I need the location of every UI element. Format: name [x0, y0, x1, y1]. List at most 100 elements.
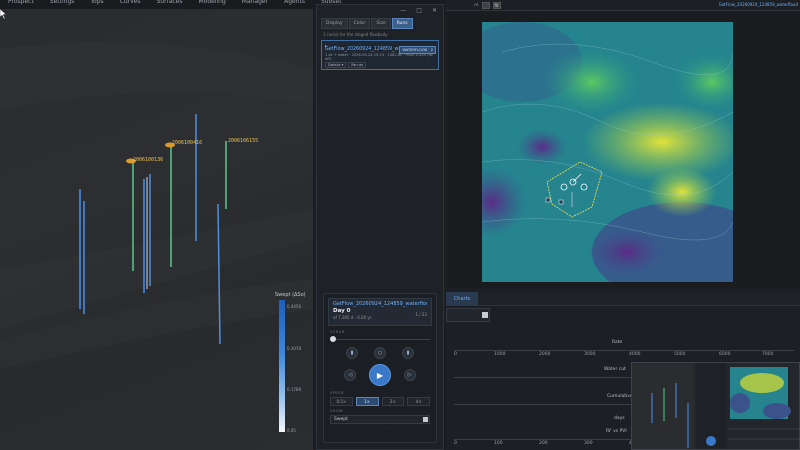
- player-transport: ◁ ▶ ▷: [338, 364, 422, 386]
- player-footer: · · · · · · · ·: [370, 426, 396, 430]
- minimize-icon[interactable]: —: [400, 7, 406, 14]
- toolbar-label: re: [474, 2, 479, 8]
- map-toggle-button[interactable]: [481, 1, 490, 9]
- show-select[interactable]: Swept: [330, 415, 430, 424]
- axis-tick: 1000: [494, 352, 506, 357]
- legend-tick: 0.4456: [287, 304, 301, 309]
- axis-tick: 0: [454, 352, 457, 357]
- axis-tick: 0: [454, 441, 457, 446]
- panel-titlebar: — □ ✕: [317, 5, 443, 15]
- chart-title-rate: Rate: [612, 340, 623, 345]
- axis-tick: 7000: [762, 352, 774, 357]
- 3d-viewport[interactable]: 2006100136 2006100416 2006106155 Swept (…: [0, 9, 313, 450]
- details-button[interactable]: Details ▾: [325, 62, 347, 68]
- menu-agents[interactable]: Agents: [276, 0, 313, 9]
- axis-tick: 100: [494, 441, 503, 446]
- map-frame: [446, 10, 800, 288]
- timeline-player: GetFlow_20260924_124859_waterfloo Day 0 …: [323, 293, 437, 443]
- run-card[interactable]: ▸ GetFlow_20260924_124859_waterflood 1 s…: [321, 40, 439, 70]
- player-day-sub: of 7,305 d · 0.00 yr: [333, 315, 372, 320]
- chart-title-water-cut: Water cut: [604, 367, 626, 372]
- last-frame-icon[interactable]: ▮: [402, 347, 414, 359]
- thumbnail-preview: [632, 363, 799, 449]
- step-back-icon[interactable]: ◁: [344, 369, 357, 381]
- axis-tick: 6000: [719, 352, 731, 357]
- map-high-region: [647, 167, 717, 217]
- speed-2x[interactable]: 2×: [381, 397, 405, 406]
- well-label: 2006100416: [172, 140, 203, 146]
- menu-modeling[interactable]: Modeling: [190, 0, 233, 9]
- chart-xlabel-days: days: [614, 416, 625, 421]
- tab-charts[interactable]: Charts: [446, 292, 478, 306]
- panel-tabs: Display Color Size Runs: [317, 15, 443, 29]
- menu-manager[interactable]: Manager: [234, 0, 276, 9]
- mouse-cursor-icon: [0, 9, 7, 19]
- chart-axis: [454, 350, 794, 351]
- tab-color[interactable]: Color: [348, 18, 371, 29]
- charts-tabbar: Charts: [446, 292, 800, 306]
- speed-label: SPEED: [330, 391, 344, 395]
- runs-hint: 1 run(s) for the staged flowbody: [323, 32, 388, 37]
- rerun-button[interactable]: Re-run: [348, 62, 367, 68]
- map-low-region: [587, 227, 667, 277]
- legend-colorbar: [279, 300, 285, 432]
- step-forward-icon[interactable]: ▷: [403, 369, 416, 381]
- axis-tick: 4000: [629, 352, 641, 357]
- player-aux-controls: ▮ ○ ▮: [338, 347, 422, 359]
- runs-panel: — □ ✕ Display Color Size Runs 1 run(s) f…: [316, 4, 444, 450]
- speed-1x[interactable]: 1×: [355, 397, 379, 406]
- scrub-track: [330, 339, 430, 340]
- well-label: 2006106155: [228, 138, 259, 144]
- show-select-value: Swept: [334, 417, 348, 422]
- tab-runs[interactable]: Runs: [391, 18, 413, 29]
- window-thumbnail[interactable]: [631, 362, 800, 450]
- axis-tick: 3000: [584, 352, 596, 357]
- swept-map[interactable]: [482, 22, 733, 282]
- axis-tick: 5000: [674, 352, 686, 357]
- menu-settings[interactable]: Settings: [42, 0, 83, 9]
- first-frame-icon[interactable]: ▮: [346, 347, 358, 359]
- run-type-badge: WATERFLOOD · 2: [399, 46, 436, 54]
- chart-title-cumulative: Cumulative: [607, 394, 633, 399]
- fit-button[interactable]: fit: [492, 1, 501, 9]
- app-root: Prospect Settings Tops Curves Surfaces M…: [0, 0, 800, 450]
- swept-legend: Swept (ΔSo) 0.4456 0.3078 0.1789 0.05: [275, 292, 306, 437]
- terrain-band: [0, 42, 313, 110]
- chart-title-rf-vs-pvi: RF vs PVI: [606, 429, 627, 434]
- legend-tick: 0.05: [287, 428, 296, 433]
- menu-tops[interactable]: Tops: [82, 0, 111, 9]
- speed-0-5x[interactable]: 0.5×: [330, 397, 353, 406]
- maximize-icon[interactable]: □: [416, 7, 422, 14]
- expand-arrow-icon[interactable]: ▸: [325, 43, 327, 48]
- tab-display[interactable]: Display: [321, 18, 348, 29]
- well-marker[interactable]: [545, 197, 551, 203]
- legend-tick: 0.3078: [287, 346, 301, 351]
- player-run-title: GetFlow_20260924_124859_waterfloo: [333, 301, 427, 307]
- legend-title: Swept (ΔSo): [275, 292, 306, 298]
- menu-prospect[interactable]: Prospect: [0, 0, 42, 9]
- player-day: Day 0: [333, 308, 351, 314]
- scrub-knob[interactable]: [330, 336, 336, 342]
- play-button[interactable]: ▶: [368, 364, 391, 386]
- menu-curves[interactable]: Curves: [112, 0, 149, 9]
- close-icon[interactable]: ✕: [432, 7, 437, 14]
- scrub-label: SCRUB: [330, 330, 345, 334]
- chevron-down-icon: [482, 312, 488, 318]
- axis-tick: 300: [584, 441, 593, 446]
- speed-4x[interactable]: 4×: [407, 397, 430, 406]
- well-marker[interactable]: [558, 199, 564, 205]
- chevron-down-icon: [423, 417, 428, 422]
- flow-title: GetFlow_20260924_124859_waterflood: [718, 2, 798, 7]
- player-header: GetFlow_20260924_124859_waterfloo Day 0 …: [328, 298, 432, 326]
- show-label: SHOW: [330, 409, 344, 413]
- well-label: 2006100136: [133, 157, 164, 163]
- loop-icon[interactable]: ○: [374, 347, 386, 359]
- tab-size[interactable]: Size: [371, 18, 391, 29]
- player-step-count: 1 / 23: [415, 312, 427, 317]
- scrub-slider[interactable]: [330, 335, 430, 343]
- well-scene: [0, 42, 313, 369]
- chart-selector[interactable]: [446, 308, 490, 322]
- speed-selector: 0.5× 1× 2× 4×: [330, 397, 430, 406]
- axis-tick: 2000: [539, 352, 551, 357]
- menu-surfaces[interactable]: Surfaces: [149, 0, 191, 9]
